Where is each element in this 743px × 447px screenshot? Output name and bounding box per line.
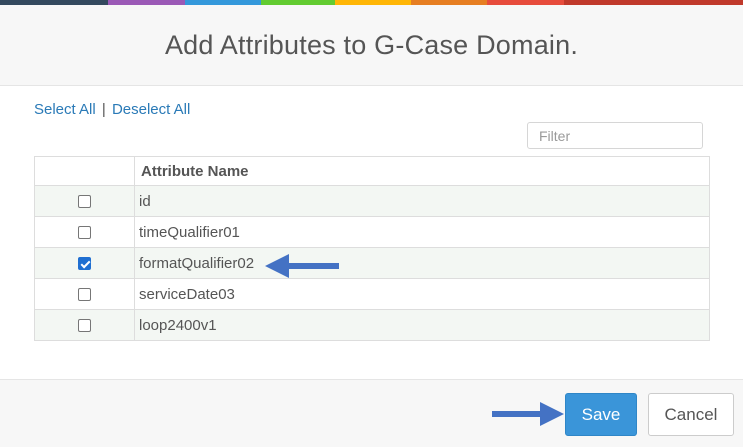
checkbox-cell [34, 185, 135, 217]
dialog-title: Add Attributes to G-Case Domain. [164, 29, 579, 60]
checkbox-cell [34, 309, 135, 341]
dialog-header: Add Attributes to G-Case Domain. [0, 5, 743, 86]
arrow-left-icon [265, 254, 339, 278]
checkbox-cell [34, 216, 135, 248]
cancel-button[interactable]: Cancel [648, 393, 734, 436]
table-row: serviceDate03 [34, 278, 710, 310]
select-all-link[interactable]: Select All [34, 101, 96, 118]
filter-input[interactable] [527, 122, 703, 149]
attribute-table: Attribute Name id timeQualifier01 format… [34, 156, 710, 341]
arrow-right-icon [492, 402, 564, 426]
deselect-all-link[interactable]: Deselect All [112, 101, 190, 118]
attribute-name: serviceDate03 [134, 278, 710, 310]
table-row: formatQualifier02 [34, 247, 710, 279]
attribute-checkbox[interactable] [78, 288, 91, 302]
attribute-name: loop2400v1 [134, 309, 710, 341]
attribute-checkbox[interactable] [78, 319, 91, 333]
table-row: id [34, 185, 710, 217]
checkbox-column-header [34, 156, 135, 186]
attribute-checkbox[interactable] [78, 226, 91, 240]
arrow-shaft [283, 263, 339, 269]
checkbox-cell [34, 247, 135, 279]
attribute-name: id [134, 185, 710, 217]
selection-links: Select All | Deselect All [34, 101, 190, 118]
table-row: timeQualifier01 [34, 216, 710, 248]
arrow-head [540, 402, 564, 426]
arrow-shaft [492, 411, 548, 417]
table-row: loop2400v1 [34, 309, 710, 341]
attribute-rows: id timeQualifier01 formatQualifier02 ser… [34, 185, 710, 341]
attribute-checkbox[interactable] [78, 257, 91, 271]
table-header-row: Attribute Name [34, 156, 710, 186]
checkbox-cell [34, 278, 135, 310]
attribute-name: timeQualifier01 [134, 216, 710, 248]
attribute-name-header: Attribute Name [134, 156, 710, 186]
save-button[interactable]: Save [565, 393, 637, 436]
attribute-checkbox[interactable] [78, 195, 91, 209]
attribute-name: formatQualifier02 [134, 247, 710, 279]
link-separator: | [101, 101, 106, 118]
arrow-head [265, 254, 289, 278]
